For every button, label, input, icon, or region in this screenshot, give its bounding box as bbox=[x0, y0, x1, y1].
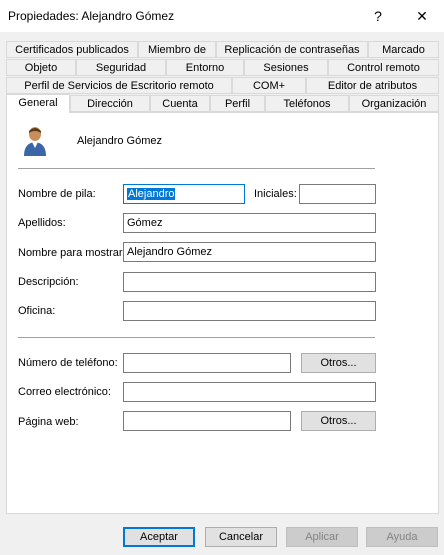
tab-marcado[interactable]: Marcado bbox=[368, 41, 439, 58]
office-label: Oficina: bbox=[18, 305, 56, 317]
display-name-input[interactable]: Alejandro Gómez bbox=[123, 242, 376, 262]
tab-objeto[interactable]: Objeto bbox=[6, 59, 76, 76]
help-button[interactable]: Ayuda bbox=[366, 527, 438, 547]
last-name-input[interactable]: Gómez bbox=[123, 213, 376, 233]
separator bbox=[18, 337, 375, 338]
tab-organizacion[interactable]: Organización bbox=[349, 95, 439, 112]
tab-direccion[interactable]: Dirección bbox=[70, 95, 150, 112]
phone-others-button[interactable]: Otros... bbox=[301, 353, 376, 373]
display-name-header: Alejandro Gómez bbox=[77, 135, 162, 147]
first-name-label: Nombre de pila: bbox=[18, 188, 96, 200]
close-icon[interactable]: ✕ bbox=[408, 4, 436, 28]
web-page-input[interactable] bbox=[123, 411, 291, 431]
help-title-button[interactable]: ? bbox=[364, 4, 392, 28]
separator bbox=[18, 168, 375, 169]
user-icon bbox=[23, 125, 47, 157]
tab-sesiones[interactable]: Sesiones bbox=[244, 59, 328, 76]
tab-control-remoto[interactable]: Control remoto bbox=[328, 59, 439, 76]
tab-perfil[interactable]: Perfil bbox=[210, 95, 265, 112]
first-name-input[interactable]: Alejandro bbox=[123, 184, 245, 204]
tab-seguridad[interactable]: Seguridad bbox=[76, 59, 166, 76]
tab-editor-atributos[interactable]: Editor de atributos bbox=[306, 77, 439, 94]
last-name-label: Apellidos: bbox=[18, 217, 66, 229]
tab-telefonos[interactable]: Teléfonos bbox=[265, 95, 349, 112]
tab-perfil-servicios-escritorio-remoto[interactable]: Perfil de Servicios de Escritorio remoto bbox=[6, 77, 232, 94]
email-label: Correo electrónico: bbox=[18, 386, 111, 398]
tab-certificados-publicados[interactable]: Certificados publicados bbox=[6, 41, 138, 58]
tab-general[interactable]: General bbox=[6, 94, 70, 113]
phone-label: Número de teléfono: bbox=[18, 357, 118, 369]
first-name-value: Alejandro bbox=[127, 188, 176, 200]
description-label: Descripción: bbox=[18, 276, 79, 288]
accept-button[interactable]: Aceptar bbox=[123, 527, 195, 547]
tab-cuenta[interactable]: Cuenta bbox=[150, 95, 210, 112]
office-input[interactable] bbox=[123, 301, 376, 321]
apply-button[interactable]: Aplicar bbox=[286, 527, 358, 547]
phone-input[interactable] bbox=[123, 353, 291, 373]
initials-input[interactable] bbox=[299, 184, 376, 204]
tab-miembro-de[interactable]: Miembro de bbox=[138, 41, 216, 58]
email-input[interactable] bbox=[123, 382, 376, 402]
initials-label: Iniciales: bbox=[254, 188, 297, 200]
window-title: Propiedades: Alejandro Gómez bbox=[8, 9, 175, 23]
tab-entorno[interactable]: Entorno bbox=[166, 59, 244, 76]
description-input[interactable] bbox=[123, 272, 376, 292]
display-name-label: Nombre para mostrar: bbox=[18, 247, 126, 259]
tab-com-plus[interactable]: COM+ bbox=[232, 77, 306, 94]
cancel-button[interactable]: Cancelar bbox=[205, 527, 277, 547]
web-page-label: Página web: bbox=[18, 416, 79, 428]
web-others-button[interactable]: Otros... bbox=[301, 411, 376, 431]
tab-replicacion-contrasenas[interactable]: Replicación de contraseñas bbox=[216, 41, 368, 58]
